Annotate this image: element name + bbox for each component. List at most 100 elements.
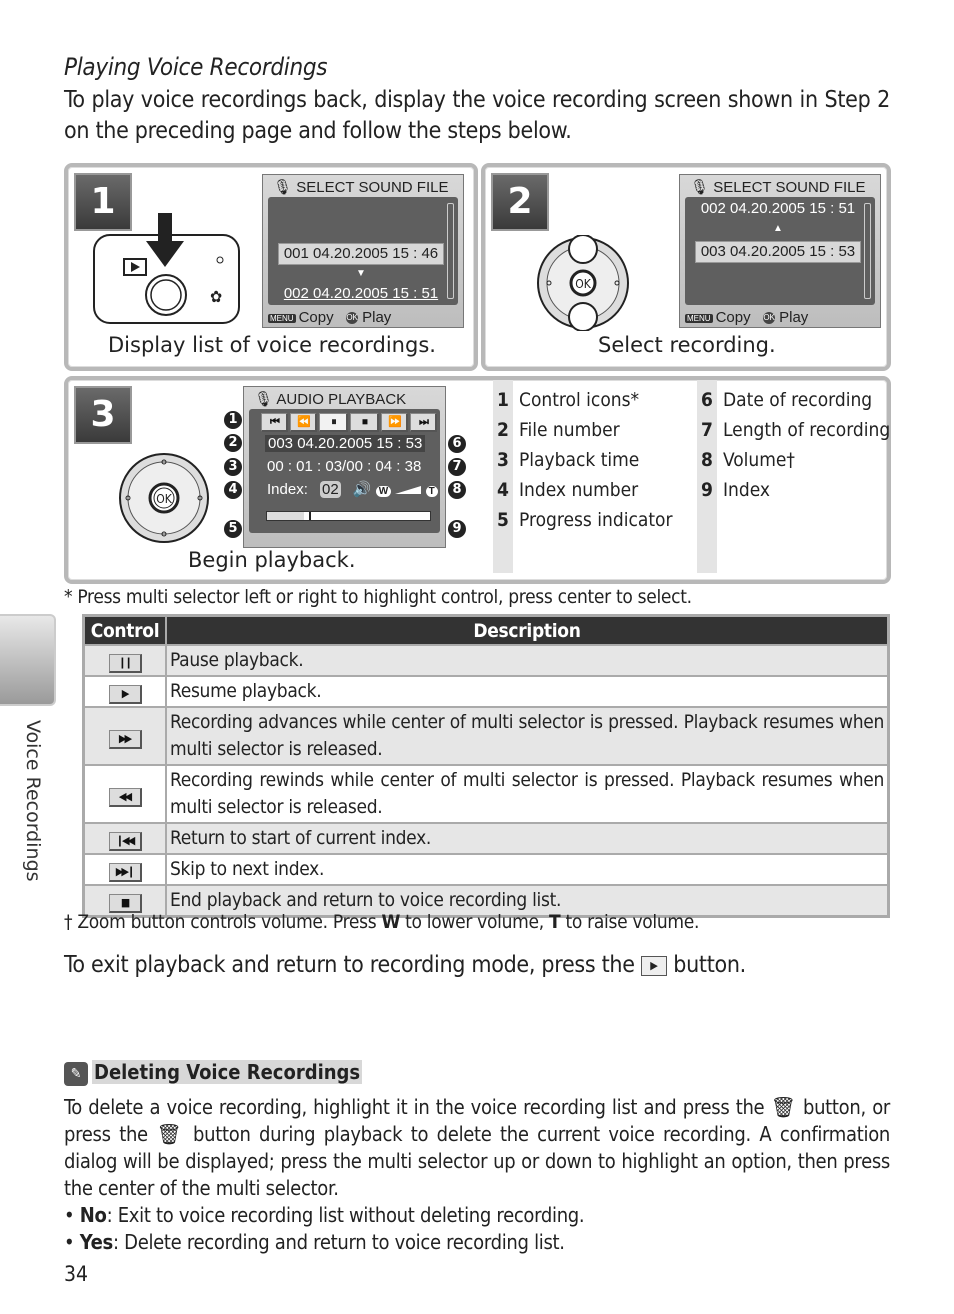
down-arrow-icon: ▼ [356,268,366,279]
step-2-panel: 2 OK 🎙 SELECT SOUND FILE 002 04.20.2005 … [481,163,891,371]
playback-button-icon: ▶ [640,955,667,976]
side-tab-label: Voice Recordings [22,720,44,882]
callout-7: 7 [448,458,466,476]
copy-label: Copy [298,309,334,326]
step-3-panel: 3 OK 🎙 AUDIO PLAYBACK ⏮ ⏪ ⏸ ⏹ ⏩ ⏭ 003 04… [64,376,891,584]
legend-item: 7 Length of recording [697,415,890,445]
deleting-body: To delete a voice recording, highlight i… [64,1095,891,1254]
legend-item: 5 Progress indicator [493,505,673,535]
fast-forward-icon[interactable]: ⏩ [381,413,408,432]
legend-item: 3 Playback time [493,445,673,475]
play-label: Play [779,309,809,326]
rewind-icon[interactable]: ⏪ [290,413,317,432]
recording-row[interactable]: 001 04.20.2005 15 : 46 [278,243,444,265]
legend-item: 2 File number [493,415,673,445]
rewind-icon: ◀◀ [108,787,142,807]
callout-3: 3 [224,458,242,476]
menu-button-icon: MENU [268,313,296,323]
playback-time: 00 : 01 : 03/00 : 04 : 38 [267,458,422,475]
index-marker [309,512,312,520]
progress-indicator [266,511,431,521]
scrollbar[interactable] [447,203,454,299]
footnote-dagger: † Zoom button controls volume. Press W t… [64,911,700,933]
table-row: ▶▶ Recording advances while center of mu… [82,706,890,766]
stop-icon[interactable]: ⏹ [350,413,379,432]
microphone-icon: 🎙 [254,391,274,408]
ok-button-icon: OK [346,312,359,325]
callout-5: 5 [224,520,242,538]
trash-icon: 🗑 [156,1122,185,1146]
skip-back-icon[interactable]: ⏮ [261,413,288,432]
pause-icon: ❙❙ [108,654,142,673]
controls-table: Control Description ❙❙ Pause playback. ▶… [82,614,890,918]
table-row: ❙❙ Pause playback. [82,644,890,677]
recording-row[interactable]: 002 04.20.2005 15 : 51 [278,284,444,304]
callout-2: 2 [224,434,242,452]
legend-item: 9 Index [697,475,890,505]
screen-header: AUDIO PLAYBACK [276,391,407,408]
step-number: 3 [74,386,132,444]
section-title: Playing Voice Recordings [64,53,328,81]
description-cell: Pause playback. [165,644,890,677]
skip-next-icon[interactable]: ⏭ [410,413,437,432]
skip-back-icon: ❙◀◀ [108,832,142,851]
step-caption: Begin playback. [188,548,356,572]
footnote-star: * Press multi selector left or right to … [64,586,692,608]
camera-illustration: ✿ [93,213,240,324]
progress-fill [267,512,305,520]
description-cell: Recording advances while center of multi… [165,706,890,766]
table-row: ▶ Resume playback. [82,675,890,708]
description-cell: Skip to next index. [165,853,890,886]
index-label: Index: [267,481,308,498]
deleting-heading: ✎ Deleting Voice Recordings [64,1060,363,1086]
scrollbar[interactable] [864,203,871,299]
volume-t-icon[interactable]: T [425,486,438,497]
column-header: Control [82,614,167,646]
lcd-screen: 🎙 SELECT SOUND FILE 001 04.20.2005 15 : … [262,174,464,328]
play-icon: ▶ [108,685,142,704]
play-label: Play [362,309,392,326]
svg-text:✿: ✿ [210,287,222,306]
description-cell: Recording rewinds while center of multi … [165,764,890,824]
legend-item: 1 Control icons* [493,385,673,415]
lcd-screen: 🎙 SELECT SOUND FILE 002 04.20.2005 15 : … [679,174,881,328]
up-arrow-icon: ▲ [773,223,783,234]
index-row: Index: 02 🔊 W T [267,480,438,498]
pause-icon[interactable]: ⏸ [319,413,348,432]
callout-1: 1 [224,411,242,429]
microphone-icon: 🎙 [273,179,293,196]
callout-4: 4 [224,481,242,499]
playback-screen: 🎙 AUDIO PLAYBACK ⏮ ⏪ ⏸ ⏹ ⏩ ⏭ 003 04.20.2… [243,386,446,548]
microphone-icon: 🎙 [690,179,710,196]
step-number: 2 [491,173,549,231]
legend-item: 8 Volume† [697,445,890,475]
fast-forward-icon: ▶▶ [108,729,142,749]
control-icons-bar: ⏮ ⏪ ⏸ ⏹ ⏩ ⏭ [261,413,437,432]
intro-paragraph: To play voice recordings back, display t… [64,87,890,144]
callout-8: 8 [448,481,466,499]
multi-selector-illustration: OK [537,235,629,331]
description-cell: Return to start of current index. [165,822,890,855]
description-cell: Resume playback. [165,675,890,708]
side-tab [0,614,56,706]
legend-item: 6 Date of recording [697,385,890,415]
table-row: ◀◀ Recording rewinds while center of mul… [82,764,890,824]
page-number: 34 [64,1262,89,1286]
legend-item: 4 Index number [493,475,673,505]
step-caption: Select recording. [598,333,776,357]
exit-note: To exit playback and return to recording… [64,952,746,978]
callout-6: 6 [448,435,466,453]
legend-right: 6 Date of recording 7 Length of recording … [697,385,890,505]
bullet-item: • Yes: Delete recording and return to vo… [64,1230,565,1254]
legend-left: 1 Control icons* 2 File number 3 Playback t… [493,385,673,535]
svg-text:OK: OK [575,277,591,291]
table-header-row: Control Description [82,614,890,646]
copy-label: Copy [715,309,751,326]
volume-w-icon[interactable]: W [375,486,392,497]
recording-row[interactable]: 003 04.20.2005 15 : 53 [695,241,861,263]
bullet-item: • No: Exit to voice recording list witho… [64,1203,585,1227]
svg-text:OK: OK [156,492,172,506]
recording-row[interactable]: 002 04.20.2005 15 : 51 [695,199,861,219]
screen-header: SELECT SOUND FILE [296,179,449,196]
tip-icon: ✎ [64,1061,88,1086]
